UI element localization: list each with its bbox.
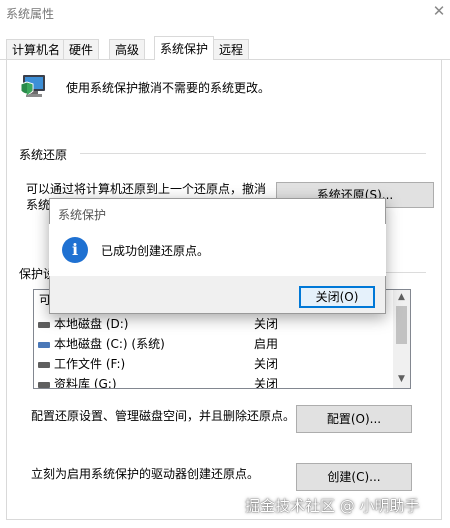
drive-state: 启用	[254, 337, 279, 351]
dialog-message: 已成功创建还原点。	[101, 244, 210, 258]
drive-icon	[38, 322, 50, 328]
system-drive-icon	[38, 342, 50, 348]
configure-description: 配置还原设置、管理磁盘空间，并且删除还原点。	[31, 409, 296, 423]
drive-name: 本地磁盘 (C:) (系统)	[54, 337, 165, 351]
restore-description: 可以通过将计算机还原到上一个还原点，撤消	[26, 182, 267, 196]
close-icon[interactable]: ✕	[431, 2, 447, 20]
drive-icon	[38, 362, 50, 368]
drive-name: 工作文件 (F:)	[54, 357, 126, 371]
window-title: 系统属性	[6, 7, 55, 21]
info-icon: i	[62, 237, 88, 263]
restore-description-line2: 系统	[26, 198, 51, 212]
restore-group-label: 系统还原	[19, 148, 68, 162]
computer-shield-icon	[18, 72, 50, 102]
tab-hardware[interactable]: 硬件	[63, 39, 100, 59]
list-item[interactable]: 本地磁盘 (C:) (系统) 启用	[34, 334, 394, 354]
create-button-label: 创建(C)...	[327, 470, 381, 484]
list-item[interactable]: 本地磁盘 (D:) 关闭	[34, 314, 394, 334]
scroll-up-icon[interactable]: ▲	[396, 290, 407, 304]
create-description: 立刻为启用系统保护的驱动器创建还原点。	[31, 467, 260, 481]
dialog-close-button[interactable]: 关闭(O)	[299, 286, 375, 308]
create-button[interactable]: 创建(C)...	[296, 463, 412, 491]
tab-remote[interactable]: 远程	[213, 39, 250, 59]
tab-advanced[interactable]: 高级	[109, 39, 146, 59]
drive-name: 资料库 (G:)	[54, 377, 117, 388]
dialog-close-button-label: 关闭(O)	[315, 290, 359, 304]
restore-group-divider	[80, 153, 426, 154]
drive-name: 本地磁盘 (D:)	[54, 317, 129, 331]
configure-button-label: 配置(O)...	[326, 412, 382, 426]
intro-text: 使用系统保护撤消不需要的系统更改。	[66, 81, 271, 95]
drive-state: 关闭	[254, 357, 279, 371]
drive-state: 关闭	[254, 377, 279, 388]
dialog-body	[49, 224, 386, 276]
protection-group-divider	[386, 272, 426, 273]
list-item[interactable]: 资料库 (G:) 关闭	[34, 374, 394, 388]
configure-button[interactable]: 配置(O)...	[296, 405, 412, 433]
drive-icon	[38, 382, 50, 388]
tab-computer-name[interactable]: 计算机名	[6, 39, 67, 59]
list-item[interactable]: 工作文件 (F:) 关闭	[34, 354, 394, 374]
dialog-title: 系统保护	[58, 208, 107, 222]
watermark: 掘金技术社区 @ 小明助手	[245, 497, 420, 515]
scrollbar-thumb[interactable]	[396, 306, 407, 344]
drive-state: 关闭	[254, 317, 279, 331]
scroll-down-icon[interactable]: ▼	[396, 372, 407, 386]
tab-system-protection[interactable]: 系统保护	[154, 36, 215, 60]
